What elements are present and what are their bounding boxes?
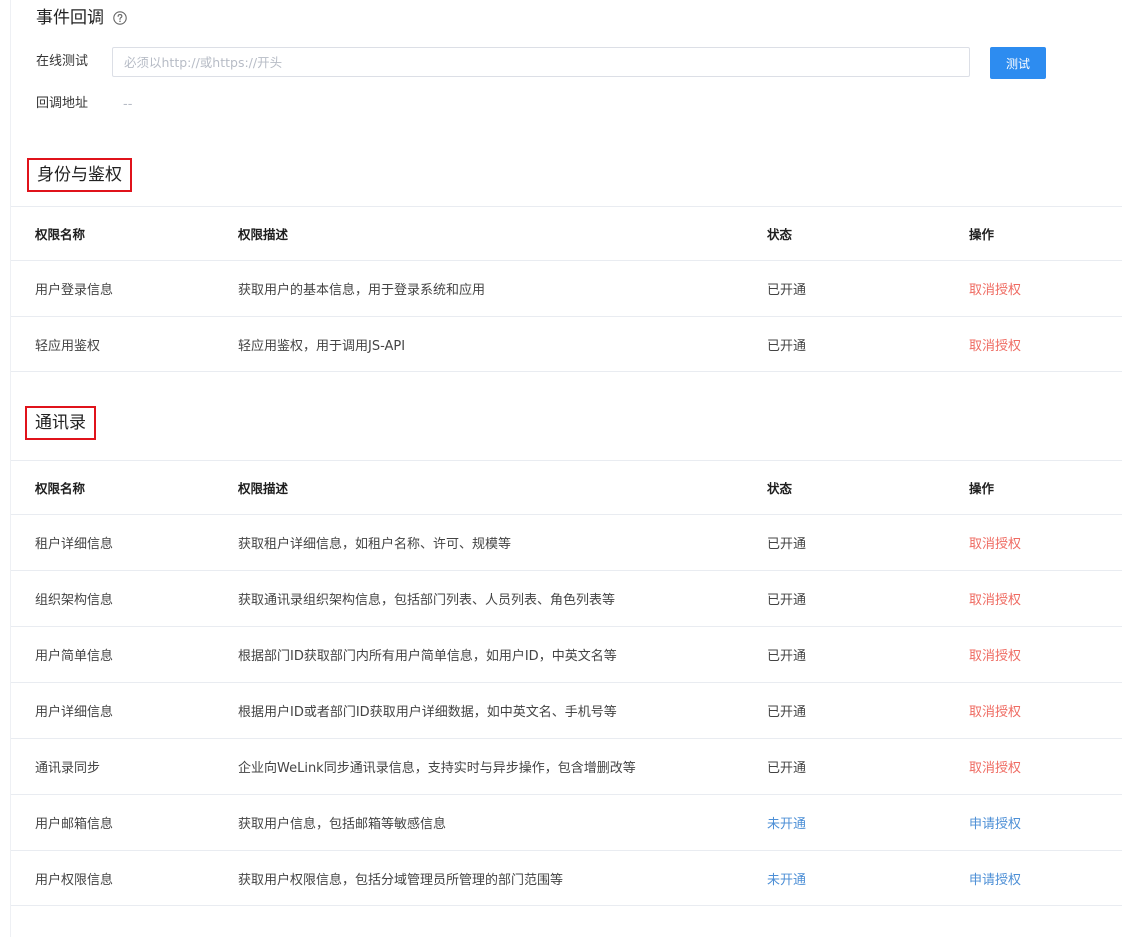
section-title: 通讯录 — [35, 413, 86, 433]
table-row: 用户登录信息 获取用户的基本信息，用于登录系统和应用 已开通 取消授权 — [11, 260, 1122, 316]
permission-name: 轻应用鉴权 — [35, 338, 101, 354]
revoke-authorization-link[interactable]: 取消授权 — [969, 533, 1021, 552]
table-row: 用户权限信息 获取用户权限信息，包括分域管理员所管理的部门范围等 未开通 申请授… — [11, 850, 1122, 906]
permission-description: 根据部门ID获取部门内所有用户简单信息，如用户ID，中英文名等 — [238, 649, 617, 664]
table-row: 租户详细信息 获取租户详细信息，如租户名称、许可、规模等 已开通 取消授权 — [11, 514, 1122, 570]
permission-name: 用户邮箱信息 — [35, 817, 114, 832]
table-header-row: 权限名称 权限描述 状态 操作 — [11, 206, 1122, 260]
revoke-authorization-link[interactable]: 取消授权 — [969, 335, 1021, 354]
header-status: 状态 — [767, 227, 793, 242]
table-row: 通讯录同步 企业向WeLink同步通讯录信息，支持实时与异步操作，包含增删改等 … — [11, 738, 1122, 794]
permission-status: 已开通 — [767, 649, 807, 664]
permission-name: 用户登录信息 — [35, 283, 114, 298]
permission-description: 获取租户详细信息，如租户名称、许可、规模等 — [238, 537, 512, 552]
permission-name: 用户详细信息 — [35, 705, 114, 720]
section-title: 身份与鉴权 — [37, 165, 122, 185]
header-action: 操作 — [969, 227, 995, 242]
permission-description: 企业向WeLink同步通讯录信息，支持实时与异步操作，包含增删改等 — [238, 761, 636, 776]
revoke-authorization-link[interactable]: 取消授权 — [969, 757, 1021, 776]
permission-name: 租户详细信息 — [35, 537, 114, 552]
revoke-authorization-link[interactable]: 取消授权 — [969, 279, 1021, 298]
header-action: 操作 — [969, 481, 995, 496]
permission-status: 未开通 — [767, 872, 807, 888]
header-description: 权限描述 — [238, 481, 289, 496]
event-callback-section: 事件回调 在线测试 测试 回调地址 -- — [0, 0, 1122, 130]
section-title-highlight: 身份与鉴权 — [27, 158, 132, 192]
permission-description: 获取用户的基本信息，用于登录系统和应用 — [238, 283, 486, 298]
callback-url-input[interactable] — [112, 47, 970, 77]
permission-name: 通讯录同步 — [35, 761, 101, 776]
permission-name: 组织架构信息 — [35, 593, 114, 608]
table-row: 用户邮箱信息 获取用户信息，包括邮箱等敏感信息 未开通 申请授权 — [11, 794, 1122, 850]
permission-status: 已开通 — [767, 338, 807, 354]
revoke-authorization-link[interactable]: 取消授权 — [969, 701, 1021, 720]
header-status: 状态 — [767, 481, 793, 496]
permission-description: 根据用户ID或者部门ID获取用户详细数据，如中英文名、手机号等 — [238, 705, 617, 720]
section-title-highlight: 通讯录 — [25, 406, 96, 440]
apply-authorization-link[interactable]: 申请授权 — [969, 813, 1021, 832]
permission-name: 用户权限信息 — [35, 872, 114, 888]
permission-status: 已开通 — [767, 761, 807, 776]
table-row: 组织架构信息 获取通讯录组织架构信息，包括部门列表、人员列表、角色列表等 已开通… — [11, 570, 1122, 626]
callback-url-label: 回调地址 — [36, 96, 89, 111]
callback-url-value: -- — [123, 97, 133, 112]
permission-status: 已开通 — [767, 283, 807, 298]
table-row: 用户简单信息 根据部门ID获取部门内所有用户简单信息，如用户ID，中英文名等 已… — [11, 626, 1122, 682]
permission-status: 未开通 — [767, 817, 807, 832]
permission-description: 获取用户信息，包括邮箱等敏感信息 — [238, 817, 447, 832]
table-header-row: 权限名称 权限描述 状态 操作 — [11, 460, 1122, 514]
online-test-label: 在线测试 — [36, 54, 89, 69]
permission-name: 用户简单信息 — [35, 649, 114, 664]
permission-description: 轻应用鉴权，用于调用JS-API — [238, 338, 406, 354]
question-circle-icon[interactable] — [113, 11, 127, 25]
event-callback-title: 事件回调 — [36, 8, 104, 28]
table-row: 用户详细信息 根据用户ID或者部门ID获取用户详细数据，如中英文名、手机号等 已… — [11, 682, 1122, 738]
permission-status: 已开通 — [767, 593, 807, 608]
permission-description: 获取用户权限信息，包括分域管理员所管理的部门范围等 — [238, 872, 564, 888]
permission-table: 权限名称 权限描述 状态 操作 用户登录信息 获取用户的基本信息，用于登录系统和… — [11, 206, 1122, 372]
header-name: 权限名称 — [35, 227, 86, 242]
permission-status: 已开通 — [767, 705, 807, 720]
permission-table: 权限名称 权限描述 状态 操作 租户详细信息 获取租户详细信息，如租户名称、许可… — [11, 460, 1122, 906]
table-row: 轻应用鉴权 轻应用鉴权，用于调用JS-API 已开通 取消授权 — [11, 316, 1122, 372]
header-name: 权限名称 — [35, 481, 86, 496]
permission-status: 已开通 — [767, 537, 807, 552]
test-button[interactable]: 测试 — [990, 47, 1046, 79]
header-description: 权限描述 — [238, 227, 289, 242]
revoke-authorization-link[interactable]: 取消授权 — [969, 589, 1021, 608]
permission-description: 获取通讯录组织架构信息，包括部门列表、人员列表、角色列表等 — [238, 593, 616, 608]
revoke-authorization-link[interactable]: 取消授权 — [969, 645, 1021, 664]
apply-authorization-link[interactable]: 申请授权 — [969, 869, 1021, 888]
